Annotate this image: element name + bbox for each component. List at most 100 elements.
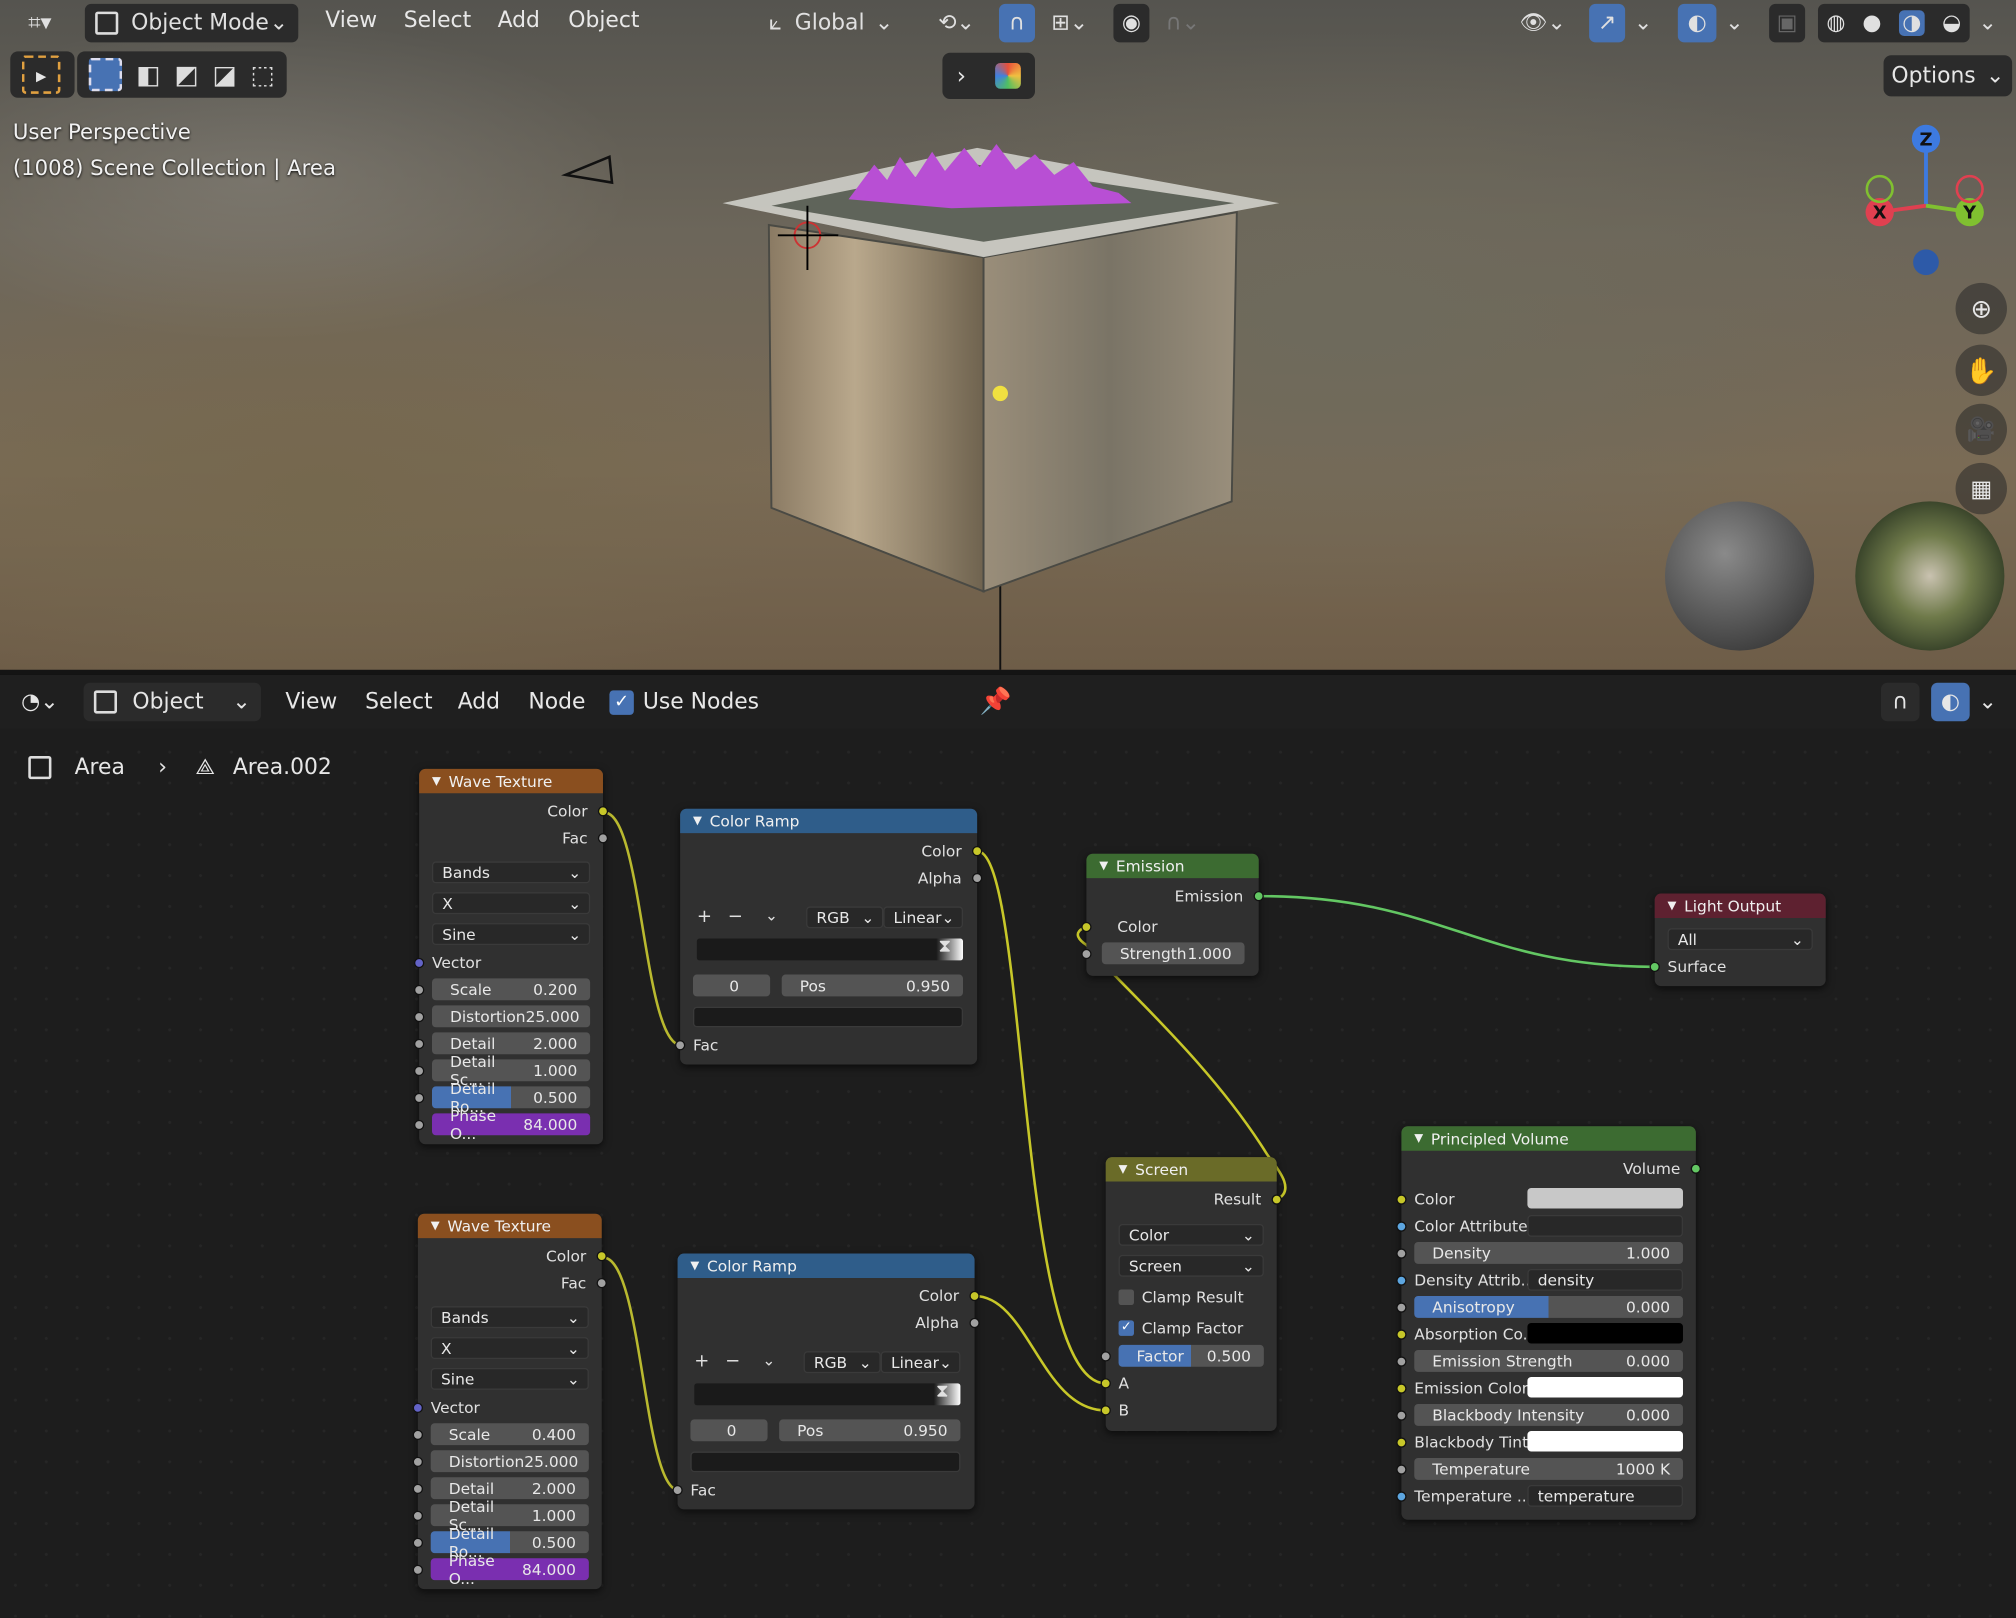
stop-position-field[interactable]: Pos 0.950 bbox=[781, 974, 963, 997]
proportional-edit-toggle[interactable]: ◉ bbox=[1113, 3, 1150, 43]
ramp-menu-chevron-icon[interactable]: ⌄ bbox=[765, 906, 778, 924]
gizmo-toggle[interactable]: ↗ bbox=[1589, 3, 1626, 43]
factor-field[interactable]: Factor 0.500 bbox=[1118, 1344, 1264, 1367]
socket-output-result[interactable] bbox=[1271, 1194, 1282, 1205]
detail-roughness-field[interactable]: Detail Ro... 0.500 bbox=[430, 1524, 589, 1560]
socket-input-blackbody-intensity[interactable] bbox=[1396, 1410, 1407, 1421]
color-ramp-gradient[interactable] bbox=[694, 1383, 961, 1406]
projection-toggle-button[interactable]: ▦ bbox=[1955, 462, 2007, 515]
menu-select[interactable]: Select bbox=[404, 8, 471, 34]
overlay-dropdown[interactable]: ⌄ bbox=[1719, 4, 1750, 43]
distortion-field[interactable]: Distortion 25.000 bbox=[430, 1450, 589, 1473]
stop-index-field[interactable]: 0 bbox=[690, 1419, 768, 1442]
wave-type-dropdown[interactable]: Bands ⌄ bbox=[431, 861, 591, 884]
blackbody-tint-swatch[interactable] bbox=[1527, 1430, 1683, 1452]
socket-input-emission-strength[interactable] bbox=[1396, 1356, 1407, 1367]
absorption-color-swatch[interactable] bbox=[1527, 1322, 1683, 1344]
socket-output-color[interactable] bbox=[971, 845, 983, 857]
color-mode-dropdown[interactable]: RGB ⌄ bbox=[806, 906, 884, 929]
socket-input-detail[interactable] bbox=[413, 1038, 425, 1050]
socket-input-absorption-color[interactable] bbox=[1396, 1329, 1407, 1340]
detail-field[interactable]: Detail 2.000 bbox=[431, 1032, 591, 1055]
socket-input-a[interactable] bbox=[1100, 1378, 1111, 1389]
socket-output-fac[interactable] bbox=[597, 833, 609, 844]
detail-roughness-field[interactable]: Detail Ro... 0.500 bbox=[431, 1079, 591, 1115]
xray-toggle[interactable]: ▣ bbox=[1769, 3, 1806, 43]
select-subtract-icon[interactable]: ◩ bbox=[174, 59, 198, 90]
density-field[interactable]: Density 1.000 bbox=[1414, 1241, 1683, 1264]
node-wave-texture-1[interactable]: ▼ Wave Texture Color Fac Bands ⌄ X ⌄ Sine ⌄ … bbox=[413, 768, 609, 1145]
socket-input-phase-offset[interactable] bbox=[412, 1564, 423, 1575]
socket-input-strength[interactable] bbox=[1081, 948, 1092, 960]
socket-input-temperature-attribute[interactable] bbox=[1396, 1491, 1407, 1502]
menu-view[interactable]: View bbox=[325, 8, 377, 34]
pivot-point-button[interactable]: ⟲⌄ bbox=[926, 4, 988, 43]
rendered-shading-icon[interactable]: ◒ bbox=[1942, 10, 1961, 36]
mode-dropdown[interactable]: Object Mode ⌄ bbox=[84, 3, 299, 43]
node-color-ramp-1[interactable]: ▼ Color Ramp Color Alpha + − ⌄ RGB ⌄ Linea… bbox=[674, 808, 983, 1065]
blackbody-intensity-field[interactable]: Blackbody Intensity 0.000 bbox=[1414, 1403, 1683, 1426]
socket-input-vector[interactable] bbox=[413, 957, 425, 969]
data-type-dropdown[interactable]: Color ⌄ bbox=[1118, 1223, 1264, 1246]
temperature-field[interactable]: Temperature 1000 K bbox=[1414, 1457, 1683, 1480]
menu-add[interactable]: Add bbox=[498, 8, 540, 34]
stop-position-field[interactable]: Pos 0.950 bbox=[779, 1419, 961, 1442]
navigation-gizmo[interactable]: Z X Y bbox=[1851, 116, 2005, 283]
emission-strength-field[interactable]: Emission Strength 0.000 bbox=[1414, 1349, 1683, 1372]
profile-dropdown[interactable]: Sine ⌄ bbox=[430, 1367, 589, 1390]
zoom-button[interactable]: ⊕ bbox=[1955, 282, 2007, 335]
socket-input-surface[interactable] bbox=[1649, 961, 1660, 972]
socket-input-emission-color[interactable] bbox=[1396, 1383, 1407, 1394]
asset-shelf-toggle[interactable]: › bbox=[942, 52, 1035, 99]
material-preview-icon[interactable]: ◑ bbox=[1898, 10, 1926, 36]
transform-orientation-dropdown[interactable]: ⟀ Global ⌄ bbox=[761, 4, 913, 43]
socket-output-emission[interactable] bbox=[1253, 890, 1264, 902]
overlay-toggle[interactable]: ◐ bbox=[1677, 3, 1717, 43]
interpolation-dropdown[interactable]: Linear ⌄ bbox=[883, 906, 963, 929]
node-emission[interactable]: ▼ Emission Emission Color Strength 1.000 bbox=[1081, 853, 1264, 976]
socket-output-color[interactable] bbox=[969, 1290, 980, 1302]
socket-output-alpha[interactable] bbox=[971, 872, 983, 884]
socket-output-volume[interactable] bbox=[1690, 1163, 1701, 1174]
select-invert-icon[interactable]: ◪ bbox=[212, 59, 236, 90]
socket-input-phase-offset[interactable] bbox=[413, 1119, 425, 1131]
socket-input-anisotropy[interactable] bbox=[1396, 1302, 1407, 1313]
target-dropdown[interactable]: All ⌄ bbox=[1667, 928, 1813, 951]
direction-dropdown[interactable]: X ⌄ bbox=[431, 892, 591, 915]
gizmo-dropdown[interactable]: ⌄ bbox=[1628, 4, 1659, 43]
socket-output-alpha[interactable] bbox=[969, 1317, 980, 1329]
select-intersect-icon[interactable]: ⬚ bbox=[250, 59, 274, 90]
shading-dropdown[interactable]: ⌄ bbox=[1972, 4, 2003, 43]
socket-input-detail-scale[interactable] bbox=[412, 1510, 423, 1521]
clamp-factor-checkbox[interactable]: ✓ Clamp Factor bbox=[1118, 1317, 1243, 1339]
color-mode-dropdown[interactable]: RGB ⌄ bbox=[803, 1351, 881, 1374]
socket-input-density-attribute[interactable] bbox=[1396, 1275, 1407, 1286]
blend-mode-dropdown[interactable]: Screen ⌄ bbox=[1118, 1254, 1264, 1277]
shader-node-editor[interactable]: ◔⌄ Object ⌄ View Select Add Node ✓ Use No… bbox=[0, 674, 2016, 1618]
pan-button[interactable]: ✋ bbox=[1955, 344, 2007, 396]
socket-input-density[interactable] bbox=[1396, 1248, 1407, 1259]
temperature-attribute-field[interactable]: temperature bbox=[1527, 1484, 1683, 1507]
wave-type-dropdown[interactable]: Bands ⌄ bbox=[430, 1306, 589, 1329]
node-light-output[interactable]: ▼ Light Output All ⌄ Surface bbox=[1649, 893, 1826, 987]
socket-input-color-attribute[interactable] bbox=[1396, 1221, 1407, 1232]
socket-input-vector[interactable] bbox=[412, 1402, 423, 1413]
ramp-stop-handle-icon[interactable]: ⧗ bbox=[939, 936, 952, 957]
scale-field[interactable]: Scale 0.400 bbox=[430, 1423, 589, 1446]
density-attribute-field[interactable]: density bbox=[1527, 1268, 1683, 1291]
socket-input-detail-scale[interactable] bbox=[413, 1065, 425, 1077]
socket-input-color[interactable] bbox=[1081, 921, 1092, 933]
direction-dropdown[interactable]: X ⌄ bbox=[430, 1337, 589, 1359]
ramp-stop-handle-icon[interactable]: ⧗ bbox=[936, 1381, 949, 1402]
3d-viewport[interactable]: ⌗▾ Object Mode ⌄ View Select Add Object ⟀… bbox=[0, 0, 2016, 670]
wireframe-shading-icon[interactable]: ◍ bbox=[1826, 10, 1845, 36]
socket-input-detail-roughness[interactable] bbox=[413, 1092, 425, 1104]
profile-dropdown[interactable]: Sine ⌄ bbox=[431, 923, 591, 945]
add-stop-icon[interactable]: + bbox=[697, 906, 712, 927]
node-screen-mix[interactable]: ▼ Screen Result Color ⌄ Screen ⌄ Clamp Resu… bbox=[1100, 1157, 1282, 1431]
solid-shading-icon[interactable]: ● bbox=[1862, 10, 1881, 36]
socket-output-fac[interactable] bbox=[596, 1277, 607, 1289]
visibility-dropdown[interactable]: 👁⌄ bbox=[1512, 4, 1574, 43]
remove-stop-icon[interactable]: − bbox=[728, 906, 743, 927]
phase-offset-field[interactable]: Phase O... 84.000 bbox=[430, 1551, 589, 1587]
